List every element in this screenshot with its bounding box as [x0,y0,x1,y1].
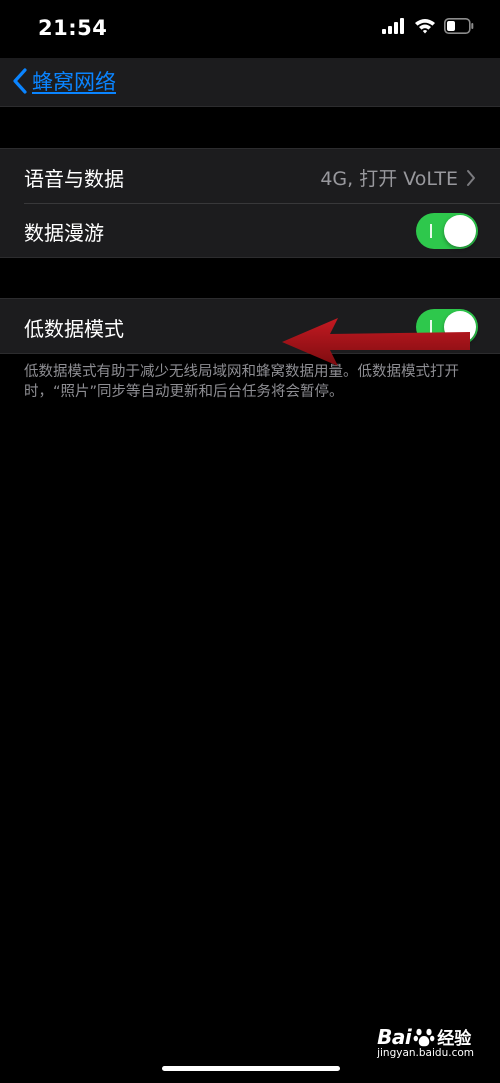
low-data-mode-footer: 低数据模式有助于减少无线局域网和蜂窝数据用量。低数据模式打开时，“照片”同步等自… [24,364,459,400]
chevron-right-icon [467,169,475,186]
voice-and-data-value: 4G, 打开 VoLTE [320,168,458,190]
voice-and-data-row[interactable]: 语音与数据 4G, 打开 VoLTE [0,149,500,203]
data-roaming-row: 数据漫游 [0,203,500,257]
data-roaming-toggle[interactable] [416,213,478,249]
low-data-mode-label: 低数据模式 [24,317,124,341]
status-icons [382,18,474,34]
watermark-brand: Bai [377,1024,412,1049]
toggle-knob [444,215,476,247]
red-arrow-annotation [282,318,470,366]
chevron-left-icon [13,68,27,94]
home-indicator[interactable] [162,1066,340,1071]
wifi-icon [415,19,435,34]
watermark-logo-row: Bai 经验 [377,1024,474,1050]
paw-icon [413,1028,435,1046]
data-roaming-label: 数据漫游 [24,221,104,245]
voice-and-data-value-wrap: 4G, 打开 VoLTE [320,164,476,191]
baidu-jingyan-watermark: Bai 经验 jingyan.baidu.com [377,1024,474,1060]
toggle-on-mark [430,224,432,238]
status-time: 21:54 [38,16,108,40]
back-label: 蜂窝网络 [32,70,116,94]
cellular-signal-icon [382,18,404,34]
watermark-site: jingyan.baidu.com [377,1047,474,1059]
settings-group-voice-roaming: 语音与数据 4G, 打开 VoLTE 数据漫游 [0,148,500,258]
back-button[interactable]: 蜂窝网络 [12,66,116,96]
voice-and-data-label: 语音与数据 [24,167,124,191]
status-bar: 21:54 [0,0,500,58]
navigation-bar: 蜂窝网络 [0,58,500,107]
watermark-brand-cn: 经验 [437,1029,472,1049]
battery-icon [444,18,474,34]
